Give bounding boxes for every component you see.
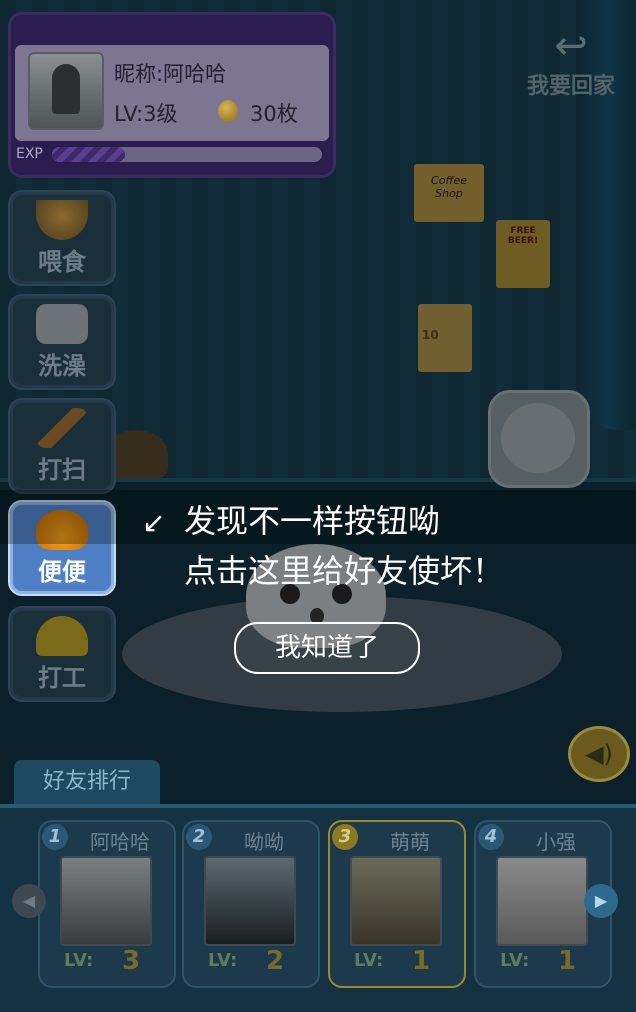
feed-button[interactable]: 喂食 [8, 190, 116, 286]
work-button[interactable]: 打工 [8, 606, 116, 702]
friend-card[interactable]: 1 阿哈哈 LV: 3 [38, 820, 176, 988]
exp-label: EXP [16, 146, 43, 162]
friend-rank: 2 [186, 824, 212, 850]
sound-toggle-button[interactable]: ◀) [568, 726, 630, 782]
friend-level-label: LV: [208, 950, 238, 971]
friend-avatar [496, 856, 588, 946]
go-home-button[interactable]: ↩ 我要回家 [516, 24, 626, 104]
go-home-label: 我要回家 [526, 74, 615, 99]
feed-label: 喂食 [38, 248, 86, 276]
speaker-icon: ◀) [585, 740, 613, 768]
friends-ranking-tab[interactable]: 好友排行 [14, 760, 160, 804]
coffee-shop-picture-label: Coffee Shop [431, 174, 467, 200]
free-beer-picture: FREE BEER! [496, 220, 550, 288]
poop-label: 便便 [38, 558, 86, 586]
friend-card[interactable]: 2 呦呦 LV: 2 [182, 820, 320, 988]
scroll-left-icon[interactable]: ◀ [12, 884, 46, 918]
friend-name: 呦呦 [244, 830, 284, 854]
friend-avatar [60, 856, 152, 946]
alarm-clock [488, 390, 590, 488]
friend-level: 1 [558, 946, 577, 976]
exp-bar [52, 147, 322, 162]
clean-label: 打扫 [38, 456, 86, 484]
got-it-button[interactable]: 我知道了 [234, 622, 420, 674]
friend-name: 阿哈哈 [90, 830, 150, 854]
broom-icon [36, 408, 88, 448]
bath-button[interactable]: 洗澡 [8, 294, 116, 390]
coin-count: 30枚 [250, 102, 298, 126]
soap-icon [36, 304, 88, 344]
friend-level: 1 [412, 946, 431, 976]
friend-avatar [204, 856, 296, 946]
tip-arrow-icon: ↙ [142, 506, 166, 539]
level-text: LV:3级 [114, 102, 178, 126]
exp-bar-fill [52, 147, 125, 162]
friend-card[interactable]: 3 萌萌 LV: 1 [328, 820, 466, 988]
coin-icon [218, 100, 238, 122]
friend-level-label: LV: [354, 950, 384, 971]
hardhat-icon [36, 616, 88, 656]
free-beer-picture-label: FREE BEER! [507, 226, 539, 246]
friend-level: 2 [266, 946, 285, 976]
avatar[interactable] [28, 52, 104, 130]
bowl-icon [36, 200, 88, 240]
nickname-text: 昵称:阿哈哈 [114, 62, 227, 86]
icecream-picture: 10 [418, 304, 472, 372]
tip-line-2: 点击这里给好友使坏！ [184, 552, 505, 590]
friend-rank: 4 [478, 824, 504, 850]
friend-level-label: LV: [500, 950, 530, 971]
friend-rank: 1 [42, 824, 68, 850]
return-arrow-icon: ↩ [554, 23, 588, 69]
icecream-picture-label: 10 [422, 328, 439, 342]
friend-rank: 3 [332, 824, 358, 850]
friend-level-label: LV: [64, 950, 94, 971]
friend-name: 小强 [536, 830, 576, 854]
scroll-right-icon[interactable]: ▶ [584, 884, 618, 918]
bath-label: 洗澡 [38, 352, 86, 380]
tip-line-1: 发现不一样按钮呦 [184, 502, 441, 540]
clean-button[interactable]: 打扫 [8, 398, 116, 494]
coffee-shop-picture: Coffee Shop [414, 164, 484, 222]
friend-avatar [350, 856, 442, 946]
work-label: 打工 [38, 664, 86, 692]
friend-level: 3 [122, 946, 141, 976]
friend-name: 萌萌 [390, 830, 430, 854]
